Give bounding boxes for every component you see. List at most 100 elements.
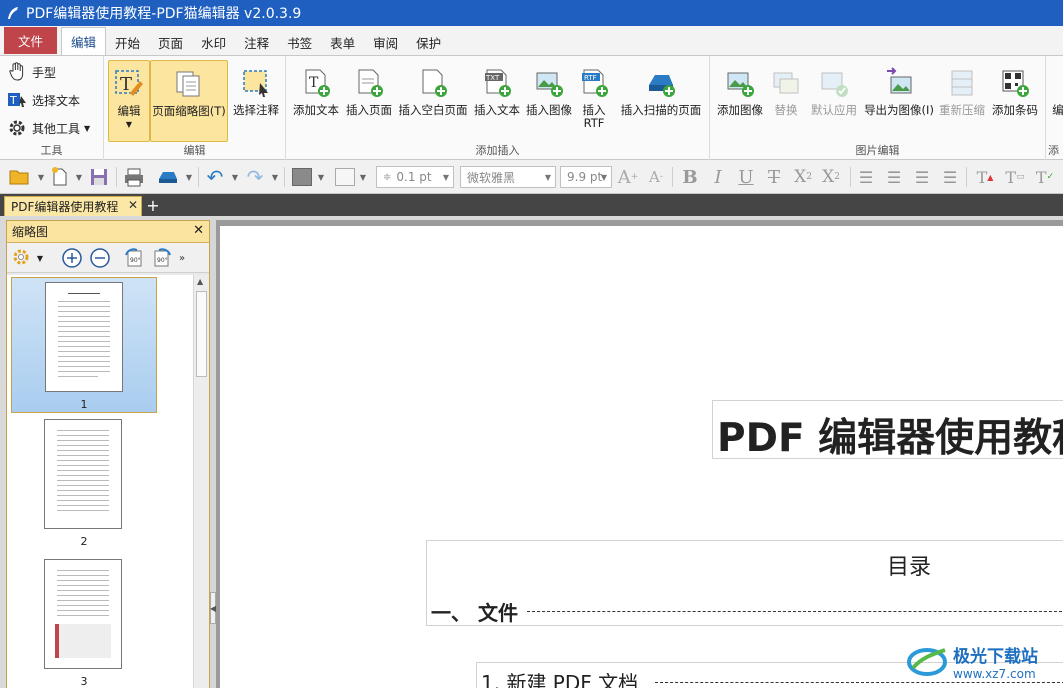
tab-form[interactable]: 表单 <box>321 29 364 55</box>
export-image-icon <box>882 66 916 100</box>
zoom-out-icon[interactable] <box>89 247 111 269</box>
add-barcode-button[interactable]: 添加条码 <box>988 60 1042 117</box>
scroll-up-arrow-icon[interactable]: ▲ <box>197 277 203 286</box>
ribbon: 手型 T 选择文本 其他工具 ▼ 工具 T 编辑 ▼ 页面缩略图(T) 选择注释… <box>0 56 1063 160</box>
double-chevron-down-icon[interactable]: » <box>175 247 189 269</box>
thumbnail-scrollbar[interactable]: ▲ <box>193 275 209 688</box>
line-width-select[interactable]: ≑ 0.1 pt ▼ <box>376 166 454 188</box>
document-tab[interactable]: PDF编辑器使用教程 ✕ <box>4 196 142 216</box>
font-name-select[interactable]: 微软雅黑 ▼ <box>460 166 556 188</box>
edit-button[interactable]: T 编辑 ▼ <box>108 60 150 142</box>
superscript-icon[interactable]: X2 <box>818 165 844 189</box>
export-as-image-button[interactable]: 导出为图像(I) <box>862 60 936 117</box>
italic-icon[interactable]: I <box>706 165 730 189</box>
ribbon-tab-row: 文件 编辑 开始 页面 水印 注释 书签 表单 审阅 保护 <box>0 26 1063 56</box>
insert-image-icon <box>532 66 566 100</box>
text-style-icon[interactable]: T ▲ <box>972 165 998 189</box>
other-tools-button[interactable]: 其他工具 ▼ <box>6 116 90 140</box>
truncated-edit-button[interactable]: 编 <box>1048 60 1063 117</box>
align-right-icon[interactable]: ☰ <box>910 165 934 189</box>
insert-blank-page-button[interactable]: 插入空白页面 <box>396 60 470 117</box>
chevron-down-icon[interactable]: ▼ <box>270 165 280 189</box>
chevron-down-icon[interactable]: ▼ <box>35 247 45 269</box>
insert-scanned-page-button[interactable]: 插入扫描的页面 <box>616 60 706 117</box>
align-left-icon[interactable]: ☰ <box>854 165 878 189</box>
rotate-left-icon[interactable]: 90° <box>123 247 145 269</box>
underline-icon[interactable]: U <box>734 165 758 189</box>
tab-start[interactable]: 开始 <box>106 29 149 55</box>
fill-color-swatch[interactable] <box>290 165 314 189</box>
page-thumbnails-button[interactable]: 页面缩略图(T) <box>150 60 228 142</box>
align-center-icon[interactable]: ☰ <box>882 165 906 189</box>
tab-page[interactable]: 页面 <box>149 29 192 55</box>
chevron-down-icon[interactable]: ▼ <box>358 165 368 189</box>
font-grow-icon[interactable]: A + <box>616 165 640 189</box>
replace-image-button[interactable]: 替换 <box>768 60 804 117</box>
thumbnail-page-2[interactable]: 2 <box>11 419 157 555</box>
scan-icon[interactable] <box>154 165 182 189</box>
select-annotation-button[interactable]: 选择注释 <box>230 60 282 117</box>
chevron-down-icon[interactable]: ▼ <box>316 165 326 189</box>
toc-text-block[interactable]: 目录 一、 文件 <box>426 540 1063 626</box>
zoom-in-icon[interactable] <box>61 247 83 269</box>
hand-tool-button[interactable]: 手型 <box>6 60 56 84</box>
new-file-icon[interactable] <box>48 165 72 189</box>
chevron-down-icon: ▼ <box>125 120 133 129</box>
toc-heading: 目录 <box>887 555 932 580</box>
new-tab-plus-icon[interactable]: + <box>145 196 161 215</box>
insert-rtf-button[interactable]: RTF 插入 RTF <box>576 60 612 130</box>
thumbnail-pane-header: 缩略图 ✕ <box>7 221 209 243</box>
insert-image-button[interactable]: 插入图像 <box>524 60 574 117</box>
tab-protect[interactable]: 保护 <box>407 29 450 55</box>
text-box-icon[interactable]: T ▭ <box>1002 165 1028 189</box>
bold-icon[interactable]: B <box>678 165 702 189</box>
chevron-down-icon[interactable]: ▼ <box>36 165 46 189</box>
insert-page-button[interactable]: 插入页面 <box>344 60 394 117</box>
insert-text-button[interactable]: TXT 插入文本 <box>472 60 522 117</box>
rotate-right-icon[interactable]: 90° <box>151 247 173 269</box>
gear-icon[interactable] <box>11 247 33 269</box>
undo-icon[interactable]: ↶ <box>202 165 228 189</box>
tab-file[interactable]: 文件 <box>4 27 58 54</box>
svg-text:90°: 90° <box>157 257 168 264</box>
recompress-button[interactable]: 重新压缩 <box>936 60 988 117</box>
stroke-color-swatch[interactable] <box>332 165 358 189</box>
default-apply-button[interactable]: 默认应用 <box>806 60 862 117</box>
tab-edit[interactable]: 编辑 <box>61 27 107 55</box>
tab-annotate[interactable]: 注释 <box>235 29 278 55</box>
pdf-page[interactable]: PDF 编辑器使用教程 目录 一、 文件 1. 新建 PDF 文档 <box>220 226 1063 688</box>
close-icon[interactable]: ✕ <box>193 223 204 238</box>
tab-bookmark[interactable]: 书签 <box>278 29 321 55</box>
thumbnail-page-3[interactable]: 3 <box>11 559 157 688</box>
scrollbar-thumb[interactable] <box>196 291 207 377</box>
font-shrink-icon[interactable]: A- <box>644 165 668 189</box>
tab-watermark[interactable]: 水印 <box>192 29 235 55</box>
select-text-button[interactable]: T 选择文本 <box>6 88 80 112</box>
thumbnail-page-1[interactable]: 1 <box>11 277 157 413</box>
insert-group-label: 添加插入 <box>475 144 520 157</box>
toolbar-separator <box>284 167 285 187</box>
page-number-label: 3 <box>80 675 88 688</box>
chevron-down-icon[interactable]: ▼ <box>74 165 84 189</box>
line-width-value: 0.1 pt <box>396 170 432 184</box>
insert-rtf-label: 插入 RTF <box>582 103 606 130</box>
subscript-icon[interactable]: X2 <box>790 165 816 189</box>
text-check-icon[interactable]: T ✓ <box>1032 165 1058 189</box>
document-tab-label: PDF编辑器使用教程 <box>11 200 119 214</box>
svg-text:T: T <box>9 94 17 107</box>
open-folder-icon[interactable] <box>6 165 34 189</box>
add-text-button[interactable]: T 添加文本 <box>290 60 342 117</box>
title-text-block[interactable]: PDF 编辑器使用教程 <box>712 400 1063 461</box>
chevron-down-icon[interactable]: ▼ <box>230 165 240 189</box>
close-icon[interactable]: ✕ <box>128 198 138 212</box>
print-icon[interactable] <box>120 165 148 189</box>
toc-item-entry: 1. 新建 PDF 文档 <box>481 671 639 688</box>
strikethrough-icon[interactable]: T <box>762 165 786 189</box>
chevron-down-icon[interactable]: ▼ <box>184 165 194 189</box>
align-justify-icon[interactable]: ☰ <box>938 165 962 189</box>
add-image-button[interactable]: 添加图像 <box>714 60 766 117</box>
redo-icon[interactable]: ↷ <box>242 165 268 189</box>
save-icon[interactable] <box>86 165 112 189</box>
tab-review[interactable]: 审阅 <box>364 29 407 55</box>
font-size-select[interactable]: 9.9 pt ▼ <box>560 166 612 188</box>
